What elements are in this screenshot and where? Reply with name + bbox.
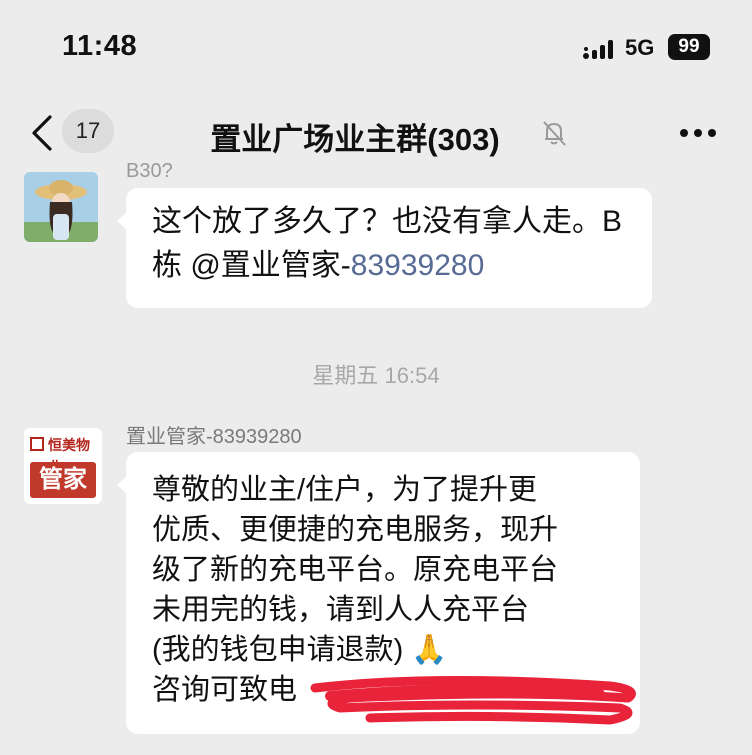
message-line: (我的钱包申请退款) 🙏 [152, 634, 448, 666]
message-line: 未用完的钱，请到人人充平台 [152, 594, 530, 626]
message-line: 优质、更便捷的充电服务，现升 [152, 514, 559, 546]
battery-level: 99 [678, 36, 700, 57]
message-bubble-1[interactable]: 这个放了多久了？也没有拿人走。B栋 @置业管家-83939280 [117, 188, 652, 308]
nav-bar: 17 置业广场业主群(303) [0, 96, 752, 174]
more-options-icon[interactable] [678, 126, 718, 140]
redaction-scribble-icon [310, 675, 636, 725]
back-chevron-icon[interactable] [28, 114, 56, 152]
user-avatar[interactable] [24, 172, 98, 242]
message-line: 尊敬的业主/住户，为了提升更 [152, 474, 538, 506]
status-time: 11:48 [62, 30, 138, 62]
message-line: 级了新的充电平台。原充电平台 [152, 554, 559, 586]
avatar-tag: 管家 [30, 462, 96, 498]
property-manager-avatar[interactable]: 恒美物业 管家 [24, 428, 102, 504]
status-bar: 11:48 5G 99 [0, 0, 752, 96]
chat-title: 置业广场业主群(303) [210, 122, 500, 157]
battery-icon: 99 [668, 34, 710, 60]
message-text-1: 这个放了多久了？也没有拿人走。B栋 @置业管家-83939280 [152, 200, 632, 288]
mention-number-link[interactable]: 83939280 [351, 249, 484, 282]
network-label: 5G [625, 35, 655, 60]
sender-name-partial: B30? [126, 160, 173, 182]
signal-icon [583, 40, 613, 59]
chat-timestamp: 星期五 16:54 [312, 363, 440, 388]
sender-name: 置业管家-83939280 [126, 426, 302, 448]
unread-count-badge[interactable]: 17 [62, 109, 114, 153]
mute-bell-icon [543, 121, 566, 146]
avatar-image-icon [24, 172, 98, 242]
brand-logo-icon [30, 437, 44, 451]
